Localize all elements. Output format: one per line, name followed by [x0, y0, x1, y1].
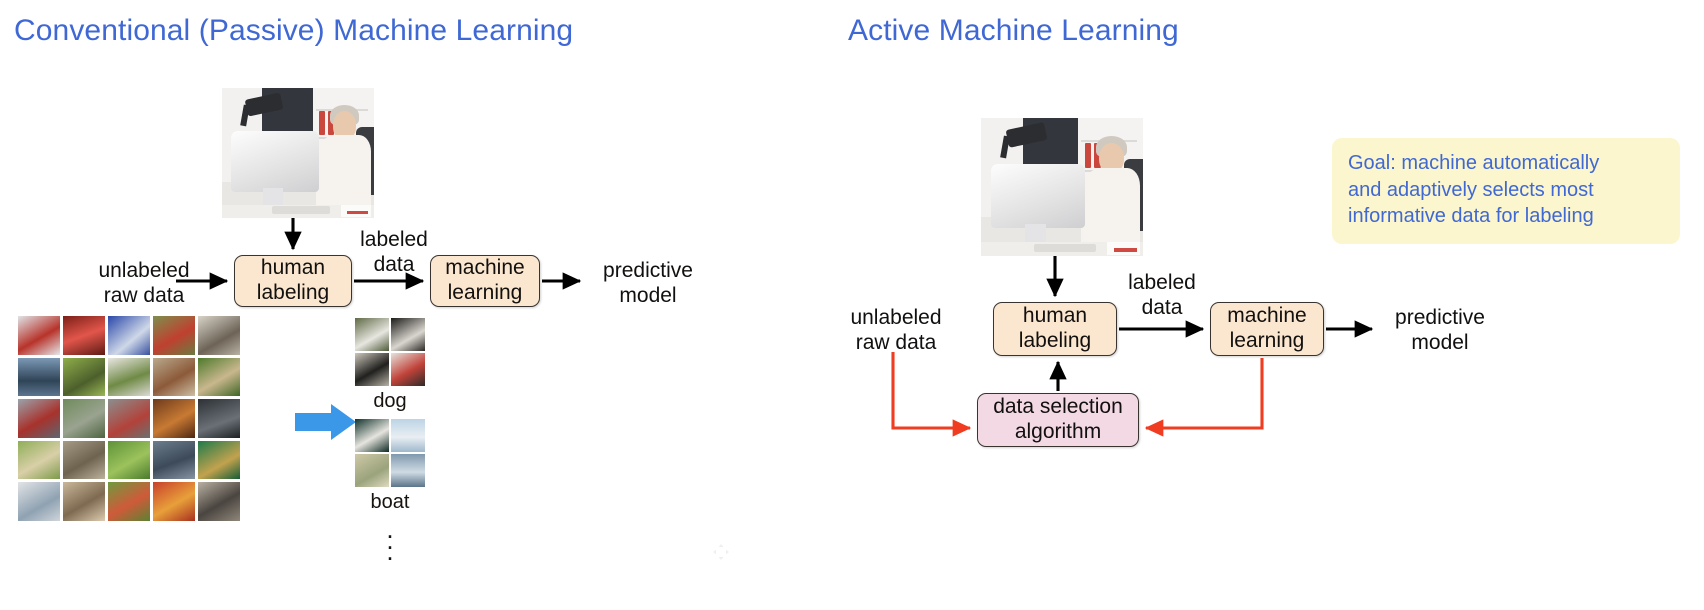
raw-data-collage [18, 316, 240, 521]
left-machine-line2: learning [447, 281, 523, 304]
right-output-line1: predictive [1395, 306, 1485, 329]
selection-line1: data selection [993, 395, 1123, 419]
left-machine-learning-box: machine learning [430, 255, 540, 307]
left-edge-line1: labeled [360, 228, 428, 251]
right-edge-line1: labeled [1128, 271, 1196, 294]
right-output-label: predictive model [1380, 305, 1500, 355]
transform-arrow-icon [295, 404, 356, 440]
goal-line3: informative data for labeling [1348, 205, 1594, 228]
left-human-line2: labeling [256, 281, 330, 304]
class-label-dog: dog [373, 390, 407, 412]
selection-line2: algorithm [1014, 420, 1102, 443]
slide-canvas: Conventional (Passive) Machine Learning … [0, 0, 1704, 610]
left-human-line1: human [260, 256, 326, 280]
left-human-labeling-box: human labeling [234, 255, 352, 307]
goal-callout: Goal: machine automatically and adaptive… [1332, 138, 1680, 244]
right-machine-line1: machine [1227, 304, 1307, 328]
left-output-label: predictive model [588, 258, 708, 308]
right-machine-learning-box: machine learning [1210, 302, 1324, 356]
right-output-line2: model [1411, 331, 1469, 355]
left-machine-line1: machine [445, 256, 525, 280]
right-machine-line2: learning [1229, 329, 1305, 352]
right-input-label: unlabeled raw data [830, 305, 962, 355]
right-human-labeling-box: human labeling [993, 302, 1117, 356]
right-human-line1: human [1022, 304, 1088, 328]
left-panel-title: Conventional (Passive) Machine Learning [14, 14, 574, 47]
class-thumbnails-boat [355, 419, 425, 487]
right-edge-line2: data [1141, 296, 1183, 320]
annotator-photo-right [981, 118, 1143, 256]
class-label-boat: boat [370, 491, 410, 513]
right-feedback-machine-to-selection [1144, 358, 1264, 437]
left-edge-line2: data [373, 253, 415, 277]
right-edge-label: labeled data [1118, 270, 1206, 320]
more-classes-ellipsis: ... [386, 514, 394, 566]
right-input-line2: raw data [855, 331, 937, 355]
right-input-line1: unlabeled [850, 306, 942, 329]
left-input-line1: unlabeled [98, 259, 190, 282]
annotator-photo-left [222, 88, 374, 218]
left-input-line2: raw data [103, 284, 185, 308]
goal-line2: and adaptively selects most [1348, 178, 1594, 201]
left-edge-label: labeled data [352, 227, 436, 277]
right-feedback-input-to-selection [891, 352, 972, 437]
left-input-label: unlabeled raw data [78, 258, 210, 308]
left-output-line2: model [619, 284, 677, 308]
left-output-line1: predictive [603, 259, 693, 282]
move-handle-icon[interactable] [712, 543, 730, 561]
right-panel-title: Active Machine Learning [848, 14, 1179, 47]
goal-line1: Goal: machine automatically [1348, 152, 1600, 174]
data-selection-algorithm-box: data selection algorithm [977, 393, 1139, 447]
right-human-line2: labeling [1018, 329, 1092, 352]
class-thumbnails-dog [355, 318, 425, 386]
